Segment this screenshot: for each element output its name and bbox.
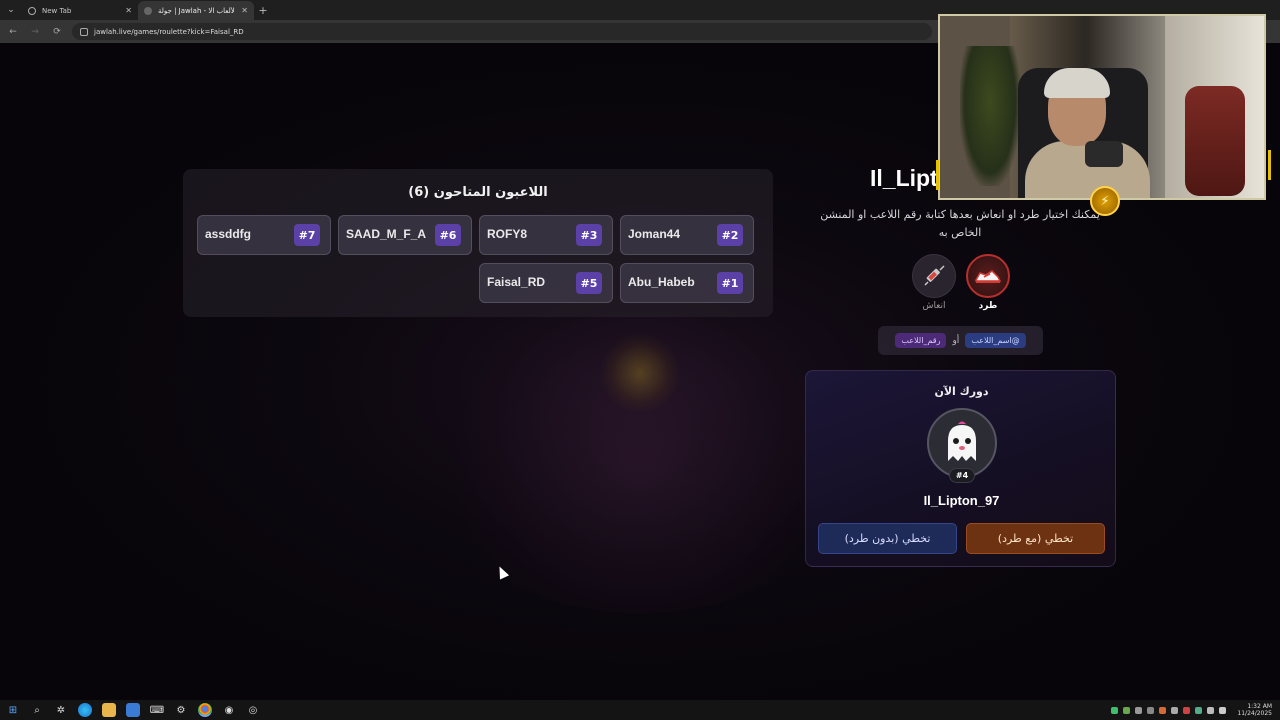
- player-card-abu-habeb[interactable]: Abu_Habeb #1: [620, 263, 754, 303]
- skip-without-kick-button[interactable]: تخطي (بدون طرد): [818, 523, 957, 554]
- tray-app-icon[interactable]: [1135, 706, 1143, 714]
- player-number-badge: #5: [576, 272, 602, 294]
- player-card-assddfg[interactable]: assddfg #7: [197, 215, 331, 255]
- edge-browser-icon[interactable]: [78, 703, 92, 717]
- site-info-icon[interactable]: [80, 27, 88, 36]
- turn-player-number-badge: #4: [949, 468, 975, 483]
- your-turn-card: دورك الآن #4 Il_Lipton_97 تخطي (بدون طرد…: [805, 370, 1116, 567]
- sneaker-kick-icon: [966, 254, 1010, 298]
- player-card-saad[interactable]: SAAD_M_F_A #6: [338, 215, 472, 255]
- revive-action-button[interactable]: انعاش: [912, 254, 956, 311]
- mention-syntax-chip: @اسم_اللاعب: [965, 333, 1026, 348]
- syringe-revive-icon: [912, 254, 956, 298]
- tab-jawlah[interactable]: جولة | Jawlah - منصة الألعاب الا ✕: [138, 1, 254, 20]
- kick-action-button[interactable]: طرد: [966, 254, 1010, 311]
- discord-icon[interactable]: ◉: [222, 703, 236, 717]
- roulette-wheel-center-glow: [600, 333, 680, 413]
- player-card-rofy8[interactable]: ROFY8 #3: [479, 215, 613, 255]
- search-icon[interactable]: ⌕: [30, 703, 44, 717]
- clock-date: 11/24/2025: [1237, 710, 1272, 717]
- webcam-accent-left: [936, 160, 939, 190]
- player-name: SAAD_M_F_A: [346, 227, 427, 241]
- revive-label: انعاش: [922, 301, 946, 311]
- player-name: Faisal_RD: [487, 275, 546, 289]
- reload-icon[interactable]: ⟳: [50, 25, 64, 39]
- taskbar-clock[interactable]: 1:32 AM 11/24/2025: [1237, 703, 1272, 717]
- tab-new-tab[interactable]: New Tab ✕: [22, 1, 138, 20]
- tab-title: New Tab: [42, 6, 72, 15]
- action-instructions: يمكنك اختيار طرد او انعاش بعدها كتابة رق…: [820, 208, 1100, 239]
- tray-app-icon[interactable]: [1171, 706, 1179, 714]
- record-app-icon[interactable]: ◎: [246, 703, 260, 717]
- player-number-badge: #6: [435, 224, 461, 246]
- player-number-badge: #3: [576, 224, 602, 246]
- jawlah-favicon-icon: [144, 6, 152, 15]
- webcam-plant: [960, 46, 1020, 186]
- player-card-faisal-rd[interactable]: Faisal_RD #5: [479, 263, 613, 303]
- globe-icon: [28, 6, 36, 15]
- network-icon[interactable]: [1207, 706, 1215, 714]
- player-card-joman44[interactable]: Joman44 #2: [620, 215, 754, 255]
- player-name: ROFY8: [487, 227, 528, 241]
- address-bar[interactable]: jawlah.live/games/roulette?kick=Faisal_R…: [72, 23, 932, 40]
- store-icon[interactable]: [126, 703, 140, 717]
- chrome-browser-icon[interactable]: [198, 703, 212, 717]
- current-player-header-name: Il_Lipt: [870, 165, 938, 191]
- command-syntax-hint: @اسم_اللاعب أو رقم_اللاعب: [878, 326, 1043, 355]
- kick-label: طرد: [978, 301, 998, 311]
- address-bar-url: jawlah.live/games/roulette?kick=Faisal_R…: [94, 27, 244, 36]
- skip-with-kick-button[interactable]: تخطي (مع طرد): [966, 523, 1105, 554]
- player-number-badge: #1: [717, 272, 743, 294]
- tray-app-icon[interactable]: [1159, 706, 1167, 714]
- available-players-title: اللاعبون المتاحون (6): [408, 185, 548, 200]
- player-name: assddfg: [205, 227, 252, 241]
- back-arrow-icon[interactable]: ←: [6, 25, 20, 39]
- tray-app-icon[interactable]: [1111, 706, 1119, 714]
- windows-start-icon[interactable]: ⊞: [6, 703, 20, 717]
- volume-icon[interactable]: [1219, 706, 1227, 714]
- number-syntax-chip: رقم_اللاعب: [895, 333, 947, 348]
- available-players-panel: اللاعبون المتاحون (6) assddfg #7 SAAD_M_…: [183, 169, 773, 317]
- webcam-accent-right: [1268, 150, 1271, 180]
- new-tab-plus-icon[interactable]: +: [254, 1, 272, 20]
- your-turn-title: دورك الآن: [934, 385, 989, 398]
- settings-gear-icon[interactable]: ✲: [54, 703, 68, 717]
- close-tab-icon[interactable]: ✕: [241, 6, 248, 15]
- tab-search-icon[interactable]: ⌄: [0, 0, 22, 20]
- lightning-badge-icon: ⚡: [1090, 186, 1120, 216]
- system-tray: 1:32 AM 11/24/2025: [1111, 703, 1280, 717]
- streamer-webcam-overlay: [938, 14, 1266, 200]
- player-name: Joman44: [628, 227, 681, 241]
- player-number-badge: #7: [294, 224, 320, 246]
- player-number-badge: #2: [717, 224, 743, 246]
- terminal-icon[interactable]: ⌨: [150, 703, 164, 717]
- tray-app-icon[interactable]: [1123, 706, 1131, 714]
- player-name: Abu_Habeb: [628, 275, 695, 289]
- clock-time: 1:32 AM: [1247, 703, 1272, 710]
- windows-taskbar: ⊞ ⌕ ✲ ⌨ ⚙ ◉ ◎ 1:32 AM 11/24/2025: [0, 700, 1280, 720]
- turn-player-name: Il_Lipton_97: [923, 493, 1000, 508]
- webcam-microphone: [1085, 141, 1123, 167]
- forward-arrow-icon[interactable]: →: [28, 25, 42, 39]
- tray-app-icon[interactable]: [1183, 706, 1191, 714]
- file-explorer-icon[interactable]: [102, 703, 116, 717]
- close-tab-icon[interactable]: ✕: [125, 6, 132, 15]
- tray-app-icon[interactable]: [1147, 706, 1155, 714]
- tray-app-icon[interactable]: [1195, 706, 1203, 714]
- gear-icon[interactable]: ⚙: [174, 703, 188, 717]
- webcam-massage-chair: [1185, 86, 1245, 196]
- webcam-person-cap: [1044, 68, 1110, 98]
- or-label: أو: [952, 335, 960, 346]
- tab-title: جولة | Jawlah - منصة الألعاب الا: [158, 6, 236, 15]
